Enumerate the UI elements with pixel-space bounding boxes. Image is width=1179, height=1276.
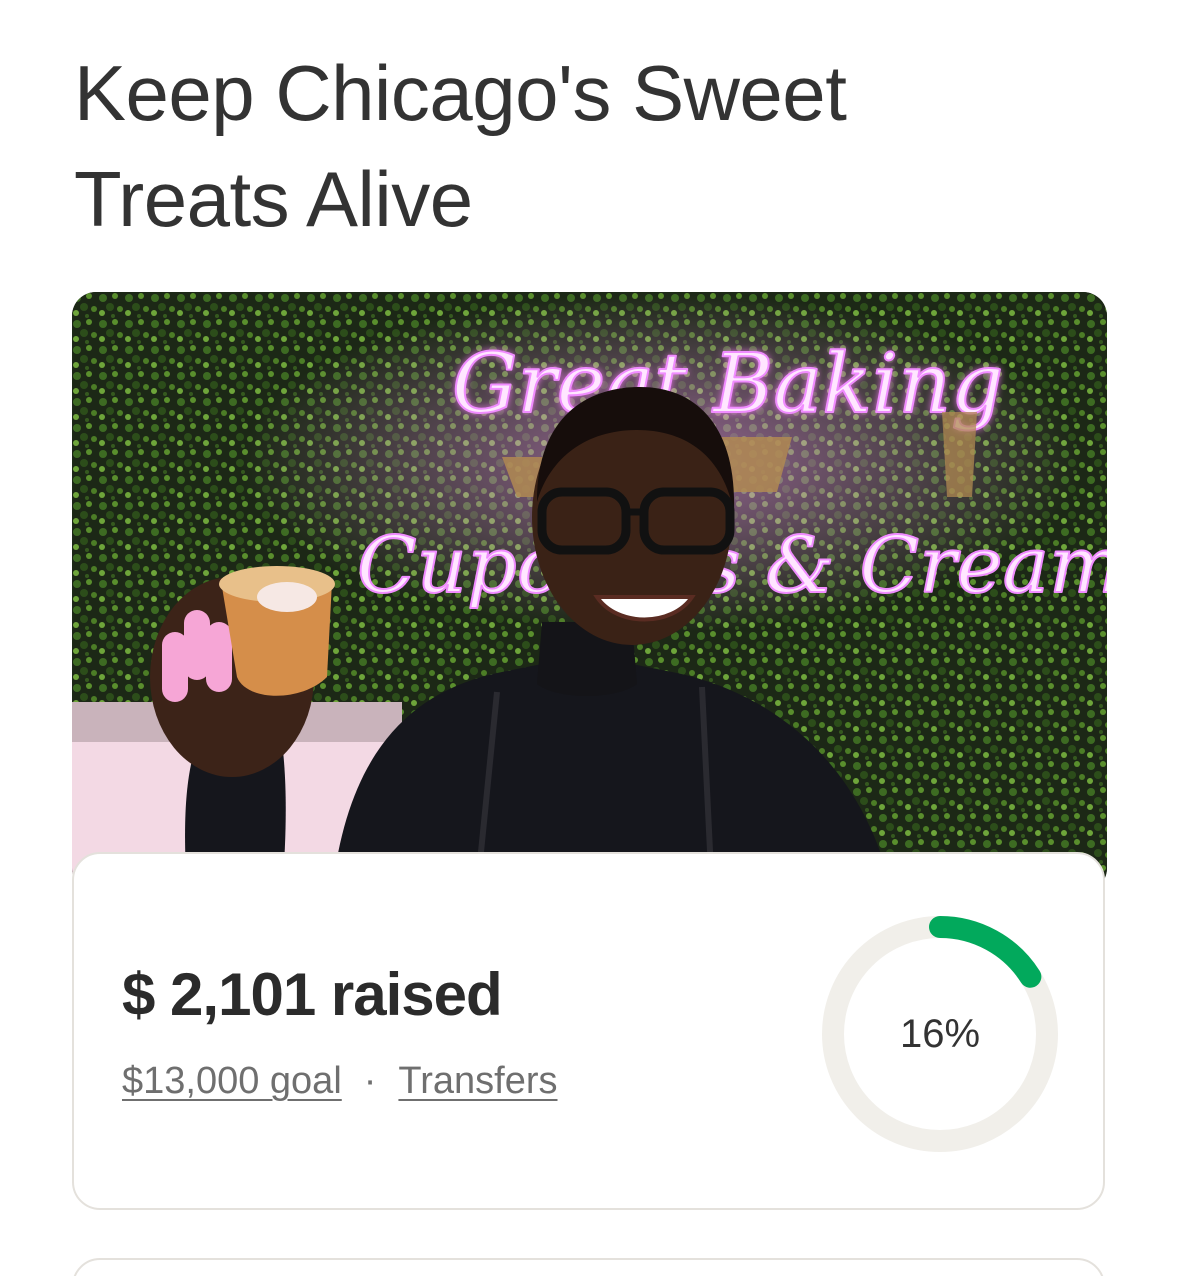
neon-sign-line1: Great Baking (452, 337, 1004, 432)
campaign-page: Keep Chicago's Sweet Treats Alive Great … (0, 0, 1179, 1276)
goal-meta-row: $13,000 goal · Transfers (122, 1060, 558, 1103)
progress-ring: 16% (820, 914, 1060, 1154)
campaign-hero-image[interactable]: Great Baking Great Baking Cupcakes & Cre… (72, 292, 1107, 892)
amount-raised: $ 2,101 raised (122, 961, 503, 1028)
goal-link[interactable]: $13,000 goal (122, 1060, 342, 1102)
progress-percent-label: 16% (899, 1012, 981, 1056)
campaign-title: Keep Chicago's Sweet Treats Alive (74, 49, 847, 243)
next-card-edge (72, 1258, 1105, 1276)
donation-stats-card: $ 2,101 raised $13,000 goal · Transfers 16… (72, 852, 1105, 1210)
meta-separator: · (363, 1060, 377, 1102)
transfers-link[interactable]: Transfers (398, 1060, 557, 1102)
